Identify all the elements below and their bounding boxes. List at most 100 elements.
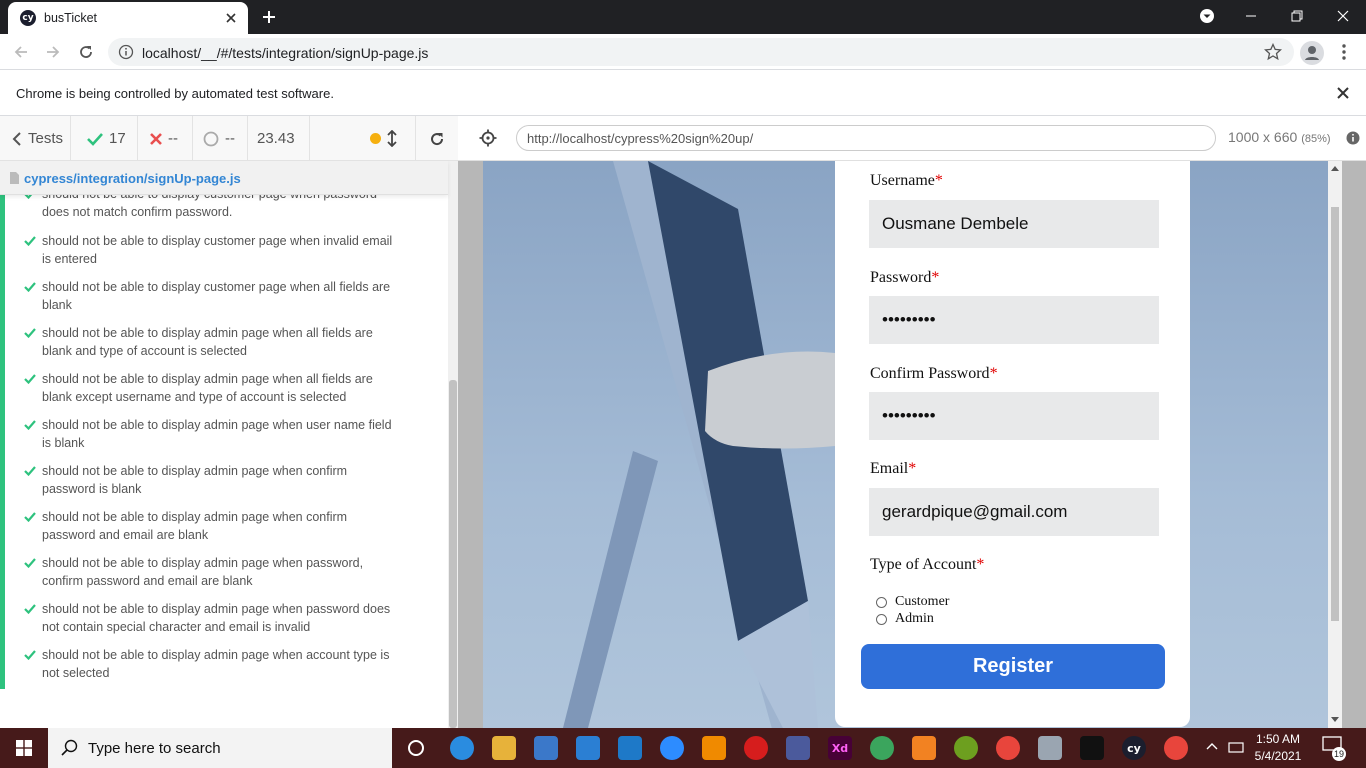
minimize-icon[interactable] bbox=[1228, 0, 1274, 32]
network-icon[interactable] bbox=[1228, 739, 1244, 755]
test-title: should not be able to display admin page… bbox=[42, 418, 392, 450]
scroll-down-icon[interactable] bbox=[1331, 717, 1339, 723]
notification-center-icon[interactable]: 19 bbox=[1322, 736, 1346, 761]
taskbar-search-box[interactable]: Type here to search bbox=[48, 728, 392, 768]
tests-back-button[interactable]: Tests bbox=[0, 116, 71, 161]
mail-icon[interactable] bbox=[576, 736, 600, 760]
password-input[interactable] bbox=[869, 296, 1159, 344]
profile-menu-icon[interactable] bbox=[1184, 0, 1230, 32]
profile-avatar-icon[interactable] bbox=[1300, 41, 1324, 65]
taskbar-clock[interactable]: 1:50 AM 5/4/2021 bbox=[1248, 731, 1308, 765]
windows-start-button[interactable] bbox=[0, 728, 48, 768]
task-view-icon[interactable] bbox=[404, 736, 428, 760]
customer-radio-option[interactable]: Customer bbox=[876, 594, 949, 610]
reload-icon[interactable] bbox=[75, 41, 97, 63]
store-icon[interactable] bbox=[534, 736, 558, 760]
address-bar[interactable]: localhost/__/#/tests/integration/signUp-… bbox=[108, 38, 1294, 66]
info-icon[interactable] bbox=[1346, 131, 1360, 145]
test-item[interactable]: should not be able to display admin page… bbox=[24, 508, 404, 544]
eclipse-icon[interactable] bbox=[954, 736, 978, 760]
search-icon bbox=[61, 739, 78, 756]
test-item[interactable]: should not be able to display admin page… bbox=[24, 462, 404, 498]
admin-radio-option[interactable]: Admin bbox=[876, 611, 934, 627]
terminal-icon[interactable] bbox=[1080, 736, 1104, 760]
email-label: Email* bbox=[870, 460, 916, 478]
check-icon bbox=[24, 650, 36, 660]
check-icon bbox=[24, 420, 36, 430]
test-item[interactable]: should not be able to display customer p… bbox=[24, 278, 404, 314]
test-item[interactable]: should not be able to display admin page… bbox=[24, 370, 404, 406]
reporter-scroll-thumb[interactable] bbox=[449, 380, 457, 728]
test-item[interactable]: should not be able to display admin page… bbox=[24, 416, 404, 452]
rerun-button[interactable] bbox=[415, 116, 458, 161]
selector-playground-icon[interactable] bbox=[479, 129, 497, 147]
test-item[interactable]: should not be able to display admin page… bbox=[24, 600, 404, 636]
bookmark-star-icon[interactable] bbox=[1264, 43, 1282, 61]
browser-tab[interactable]: cy busTicket bbox=[8, 2, 248, 34]
pending-number: -- bbox=[225, 130, 235, 147]
aut-scroll-thumb[interactable] bbox=[1331, 207, 1339, 621]
autoscroll-arrows-icon[interactable] bbox=[387, 130, 397, 147]
cypress-app-icon[interactable]: cy bbox=[1122, 736, 1146, 760]
check-icon bbox=[24, 374, 36, 384]
admin-label: Admin bbox=[895, 611, 934, 626]
windows-logo-icon bbox=[16, 740, 32, 756]
check-icon bbox=[24, 558, 36, 568]
test-title: should not be able to display admin page… bbox=[42, 602, 391, 634]
username-label: Username* bbox=[870, 172, 943, 190]
register-button[interactable]: Register bbox=[861, 644, 1165, 689]
test-item[interactable]: should not be able to display customer p… bbox=[24, 195, 404, 221]
check-icon bbox=[24, 512, 36, 522]
file-explorer-icon[interactable] bbox=[492, 736, 516, 760]
required-mark: * bbox=[934, 172, 943, 189]
username-input[interactable] bbox=[869, 200, 1159, 248]
confirm-password-input[interactable] bbox=[869, 392, 1159, 440]
vscode-icon[interactable] bbox=[618, 736, 642, 760]
control-panel-icon[interactable] bbox=[1038, 736, 1062, 760]
passed-count: 17 bbox=[71, 116, 138, 161]
chrome-icon[interactable] bbox=[996, 736, 1020, 760]
scroll-up-icon[interactable] bbox=[1331, 165, 1339, 171]
test-item[interactable]: should not be able to display admin page… bbox=[24, 324, 404, 360]
admin-radio[interactable] bbox=[876, 613, 887, 625]
duration: 23.43 bbox=[248, 116, 310, 161]
tab-close-icon[interactable] bbox=[222, 9, 240, 27]
required-mark: * bbox=[989, 365, 998, 382]
test-item[interactable]: should not be able to display admin page… bbox=[24, 554, 404, 590]
test-item[interactable]: should not be able to display admin page… bbox=[24, 646, 404, 682]
chrome-menu-icon[interactable] bbox=[1336, 42, 1352, 62]
xampp-icon[interactable] bbox=[912, 736, 936, 760]
forward-icon[interactable] bbox=[42, 41, 64, 63]
status-dot-icon bbox=[370, 133, 381, 144]
viewport-scale: (85%) bbox=[1301, 133, 1331, 145]
viewport-dimensions: 1000 x 660 bbox=[1228, 129, 1298, 145]
test-item[interactable]: should not be able to display customer p… bbox=[24, 232, 404, 268]
site-info-icon[interactable] bbox=[118, 44, 134, 60]
spec-file-link[interactable]: cypress/integration/signUp-page.js bbox=[24, 171, 241, 186]
test-title: should not be able to display admin page… bbox=[42, 326, 373, 358]
email-input[interactable] bbox=[869, 488, 1159, 536]
account-type-label: Type of Account* bbox=[870, 556, 984, 574]
android-studio-icon[interactable] bbox=[870, 736, 894, 760]
aut-url-bar[interactable]: http://localhost/cypress%20sign%20up/ bbox=[516, 125, 1216, 151]
new-tab-icon[interactable] bbox=[260, 8, 278, 26]
password-label-text: Password bbox=[870, 269, 932, 286]
edge-icon[interactable] bbox=[450, 736, 474, 760]
restore-icon[interactable] bbox=[1274, 0, 1320, 32]
close-window-icon[interactable] bbox=[1320, 0, 1366, 32]
reporter-scrollbar[interactable] bbox=[448, 161, 458, 728]
vlc-icon[interactable] bbox=[702, 736, 726, 760]
back-icon[interactable] bbox=[10, 41, 32, 63]
reporter-stats-bar: Tests 17 -- -- 23.43 bbox=[0, 116, 458, 161]
customer-radio[interactable] bbox=[876, 596, 887, 608]
tray-chevron-icon[interactable] bbox=[1206, 742, 1218, 750]
chrome-active-icon[interactable] bbox=[1164, 736, 1188, 760]
opera-icon[interactable] bbox=[744, 736, 768, 760]
required-mark: * bbox=[908, 460, 917, 477]
zoom-icon[interactable] bbox=[660, 736, 684, 760]
aut-scrollbar[interactable] bbox=[1328, 161, 1342, 728]
infobar-close-icon[interactable] bbox=[1336, 86, 1350, 100]
check-icon bbox=[24, 328, 36, 338]
game-icon[interactable] bbox=[786, 736, 810, 760]
adobe-xd-icon[interactable]: Xd bbox=[828, 736, 852, 760]
